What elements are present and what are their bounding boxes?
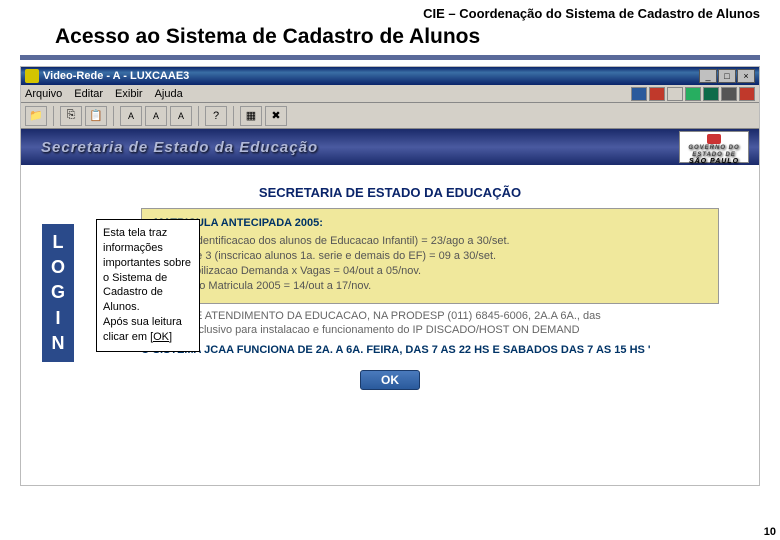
ok-button[interactable]: OK — [360, 370, 420, 390]
menu-editar[interactable]: Editar — [74, 88, 103, 100]
toolbar-separator — [53, 106, 54, 126]
office-icon-3[interactable] — [685, 87, 701, 101]
banner-text: Secretaria de Estado da Educação — [41, 139, 318, 156]
window-controls: _ □ × — [699, 69, 755, 83]
info-box: MATRICULA ANTECIPADA 2005: Fase 1 (ident… — [141, 208, 719, 304]
tool-a3-icon[interactable]: A — [170, 106, 192, 126]
sp-crest-icon — [707, 134, 721, 144]
menu-exibir[interactable]: Exibir — [115, 88, 143, 100]
callout-box: Esta tela traz informações importantes s… — [96, 219, 200, 352]
window-title: Video-Rede - A - LUXCAAE3 — [43, 70, 699, 82]
login-i: I — [42, 306, 74, 331]
login-vertical-label: L O G I N — [42, 224, 74, 362]
login-n: N — [42, 331, 74, 356]
info-line: Efetivacao Matricula 2005 = 14/out a 17/… — [154, 280, 706, 292]
menu-ajuda[interactable]: Ajuda — [155, 88, 183, 100]
menu-arquivo[interactable]: Arquivo — [25, 88, 62, 100]
menubar: Arquivo Editar Exibir Ajuda — [21, 85, 759, 103]
toolbar: 📁 ⎘ 📋 A A A ? ▦ ✖ — [21, 103, 759, 129]
titlebar: Video-Rede - A - LUXCAAE3 _ □ × — [21, 67, 759, 85]
slide-header: CIE – Coordenação do Sistema de Cadastro… — [0, 0, 780, 23]
slide-title: Acesso ao Sistema de Cadastro de Alunos — [0, 23, 780, 55]
tool-close-icon[interactable]: ✖ — [265, 106, 287, 126]
toolbar-separator — [198, 106, 199, 126]
info-line: Compatibilizacao Demanda x Vagas = 04/ou… — [154, 265, 706, 277]
tool-folder-icon[interactable]: 📁 — [25, 106, 47, 126]
tool-copy-icon[interactable]: ⎘ — [60, 106, 82, 126]
tool-help-icon[interactable]: ? — [205, 106, 227, 126]
info-line: ENTRAL DE ATENDIMENTO DA EDUCACAO, NA PR… — [141, 310, 719, 322]
banner: Secretaria de Estado da Educação GOVERNO… — [21, 129, 759, 165]
tool-table-icon[interactable]: ▦ — [240, 106, 262, 126]
divider — [20, 55, 760, 60]
login-g: G — [42, 280, 74, 305]
logo-state: GOVERNO DO ESTADO DE — [688, 145, 739, 158]
office-icon-4[interactable] — [703, 87, 719, 101]
login-o: O — [42, 255, 74, 280]
login-l: L — [42, 230, 74, 255]
toolbar-separator — [233, 106, 234, 126]
callout-text: Esta tela traz informações importantes s… — [103, 227, 191, 313]
sp-logo: GOVERNO DO ESTADO DE SÃO PAULO — [679, 131, 749, 163]
callout-ok: [OK] — [150, 331, 172, 343]
page-title: SECRETARIA DE ESTADO DA EDUCAÇÃO — [21, 181, 759, 208]
tool-a1-icon[interactable]: A — [120, 106, 142, 126]
info-heading: MATRICULA ANTECIPADA 2005: — [154, 217, 706, 229]
info-line: as 24hs. Exclusivo para instalacao e fun… — [141, 324, 719, 336]
toolbar-separator — [113, 106, 114, 126]
close-icon[interactable]: × — [737, 69, 755, 83]
info-schedule: O SISTEMA JCAA FUNCIONA DE 2A. A 6A. FEI… — [141, 344, 719, 356]
tool-a2-icon[interactable]: A — [145, 106, 167, 126]
app-icon — [25, 69, 39, 83]
word-icon[interactable] — [631, 87, 647, 101]
office-icon-2[interactable] — [667, 87, 683, 101]
page-number: 10 — [764, 526, 776, 538]
minimize-icon[interactable]: _ — [699, 69, 717, 83]
info-below: ENTRAL DE ATENDIMENTO DA EDUCACAO, NA PR… — [141, 310, 719, 356]
office-icon-1[interactable] — [649, 87, 665, 101]
maximize-icon[interactable]: □ — [718, 69, 736, 83]
office-icon-6[interactable] — [739, 87, 755, 101]
info-line: Fase 1 (identificacao dos alunos de Educ… — [154, 235, 706, 247]
tool-paste-icon[interactable]: 📋 — [85, 106, 107, 126]
menubar-right-icons — [631, 87, 755, 101]
office-icon-5[interactable] — [721, 87, 737, 101]
info-line: Fases 2 e 3 (inscricao alunos 1a. serie … — [154, 250, 706, 262]
